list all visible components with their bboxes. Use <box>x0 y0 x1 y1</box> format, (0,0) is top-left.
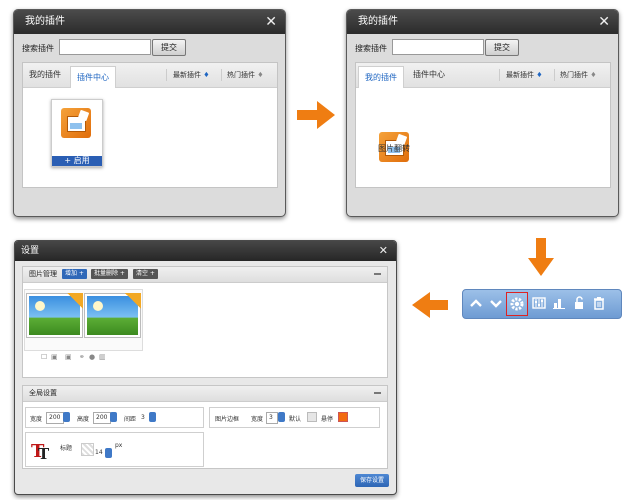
plugin-panel: 我的插件 插件中心 最新插件 ♦ 热门插件 ♦ 图片翻转 <box>355 62 611 188</box>
close-icon[interactable]: ✕ <box>598 10 610 34</box>
width-field[interactable]: 200 <box>46 412 64 424</box>
width-stepper[interactable] <box>63 412 70 422</box>
arrow-right-icon <box>297 101 335 129</box>
dialog-header: 设置 ✕ <box>15 241 396 261</box>
close-icon[interactable]: ✕ <box>379 241 388 261</box>
arrow-left-icon <box>412 292 448 318</box>
section-title: 全局设置 <box>29 389 57 397</box>
plugin-card[interactable]: + 启用 <box>51 99 103 167</box>
default-label: 默认 <box>289 416 302 423</box>
search-input[interactable] <box>392 39 484 55</box>
save-settings-button[interactable]: 保存设置 <box>355 474 389 487</box>
tab-my-plugins[interactable]: 我的插件 <box>29 69 61 80</box>
section-header: 全局设置 <box>23 386 387 402</box>
spacing-label: 间距 <box>124 416 137 423</box>
dialog-title: 我的插件 <box>358 16 398 27</box>
trash-icon[interactable]: ▥ <box>99 353 106 361</box>
replace-image-icon[interactable]: ▣ <box>65 353 72 361</box>
width-label: 宽度 <box>30 416 43 423</box>
tab-bar: 我的插件 插件中心 最新插件 ♦ 热门插件 ♦ <box>356 63 610 88</box>
border-width-stepper[interactable] <box>278 412 285 422</box>
edit-image-icon[interactable]: ▣ <box>51 353 58 361</box>
sort-new-link[interactable]: 最新插件 ♦ <box>506 70 543 80</box>
plugin-dialog-1: 我的插件 ✕ 搜索插件 提交 我的插件 插件中心 最新插件 ♦ 热门插件 ♦ +… <box>13 9 286 217</box>
font-size-field[interactable]: 14 <box>95 449 103 456</box>
link-icon[interactable]: ⚭ <box>79 353 85 361</box>
plugin-panel: 我的插件 插件中心 最新插件 ♦ 热门插件 ♦ + 启用 <box>22 62 278 188</box>
image-thumbnail[interactable] <box>26 293 83 338</box>
comment-icon[interactable]: ● <box>89 353 95 361</box>
height-label: 高度 <box>77 416 90 423</box>
add-button[interactable]: 增加 + <box>62 269 87 279</box>
collapse-icon[interactable] <box>374 392 381 394</box>
image-thumbnail[interactable] <box>84 293 141 338</box>
hover-color-swatch[interactable] <box>338 412 348 422</box>
search-label: 搜索插件 <box>355 44 387 53</box>
checkbox-icon[interactable]: ☐ <box>41 353 47 361</box>
batch-delete-button[interactable]: 批量删除 + <box>91 269 128 279</box>
unlock-icon[interactable] <box>571 295 587 311</box>
dialog-title: 设置 <box>21 246 40 256</box>
tab-plugin-center[interactable]: 插件中心 <box>413 69 445 80</box>
font-size-stepper[interactable] <box>105 448 112 458</box>
divider <box>221 69 222 81</box>
arrow-down-icon <box>528 238 554 276</box>
sort-new-link[interactable]: 最新插件 ♦ <box>173 70 210 80</box>
clear-button[interactable]: 清空 + <box>133 269 158 279</box>
trash-icon[interactable] <box>591 295 607 311</box>
border-width-label: 宽度 <box>251 416 264 423</box>
image-flip-plugin-icon <box>61 108 91 138</box>
submit-button[interactable]: 提交 <box>485 39 519 56</box>
search-label: 搜索插件 <box>22 44 54 53</box>
font-icon: T T <box>31 441 50 461</box>
spacing-stepper[interactable] <box>149 412 156 422</box>
border-title: 图片边框 <box>215 416 240 423</box>
sort-hot-link[interactable]: 热门插件 ♦ <box>227 70 264 80</box>
image-section: 图片管理 增加 + 批量删除 + 清空 + ☐ ▣ ▣ ⚭ ● ▥ <box>22 266 388 378</box>
collapse-icon[interactable] <box>374 273 381 275</box>
sliders-icon[interactable] <box>531 295 547 311</box>
sort-hot-link[interactable]: 热门插件 ♦ <box>560 70 597 80</box>
submit-button[interactable]: 提交 <box>152 39 186 56</box>
settings-dialog: 设置 ✕ 图片管理 增加 + 批量删除 + 清空 + ☐ ▣ ▣ ⚭ ● ▥ 全… <box>14 240 397 495</box>
section-title: 图片管理 <box>29 270 57 278</box>
plugin-dialog-2: 我的插件 ✕ 搜索插件 提交 我的插件 插件中心 最新插件 ♦ 热门插件 ♦ 图… <box>346 9 619 217</box>
down-icon[interactable] <box>488 295 504 311</box>
up-icon[interactable] <box>468 295 484 311</box>
enable-button[interactable]: + 启用 <box>52 156 102 166</box>
height-stepper[interactable] <box>110 412 117 422</box>
font-color-swatch[interactable] <box>81 443 94 456</box>
tab-my-plugins[interactable]: 我的插件 <box>358 66 404 88</box>
svg-text:T: T <box>38 445 50 461</box>
size-box: 宽度 200 高度 200 间距 3 <box>25 407 204 428</box>
dialog-title: 我的插件 <box>25 16 65 27</box>
widget-toolbar <box>462 289 622 319</box>
dialog-header: 我的插件 ✕ <box>347 10 618 34</box>
tab-plugin-center[interactable]: 插件中心 <box>70 66 116 88</box>
plugin-name: 图片翻转 <box>378 144 410 153</box>
font-unit-label: px <box>115 442 123 449</box>
font-label: 标题 <box>60 445 73 452</box>
divider <box>499 69 500 81</box>
border-box: 图片边框 宽度 3 默认 悬停 <box>209 407 380 428</box>
hover-label: 悬停 <box>321 416 334 423</box>
height-field[interactable]: 200 <box>93 412 111 424</box>
global-settings-section: 全局设置 宽度 200 高度 200 间距 3 图片边框 宽度 3 默认 悬停 <box>22 385 388 469</box>
dialog-header: 我的插件 ✕ <box>14 10 285 34</box>
image-list <box>24 289 143 351</box>
search-input[interactable] <box>59 39 151 55</box>
font-box: T T 标题 14 px <box>25 432 204 467</box>
spacing-field[interactable]: 3 <box>141 414 145 421</box>
close-icon[interactable]: ✕ <box>265 10 277 34</box>
divider <box>166 69 167 81</box>
border-width-field[interactable]: 3 <box>266 412 278 424</box>
tab-bar: 我的插件 插件中心 最新插件 ♦ 热门插件 ♦ <box>23 63 277 88</box>
section-header: 图片管理 增加 + 批量删除 + 清空 + <box>23 267 387 283</box>
divider <box>554 69 555 81</box>
chart-icon[interactable] <box>551 295 567 311</box>
default-color-swatch[interactable] <box>307 412 317 422</box>
gear-icon[interactable] <box>506 292 528 316</box>
